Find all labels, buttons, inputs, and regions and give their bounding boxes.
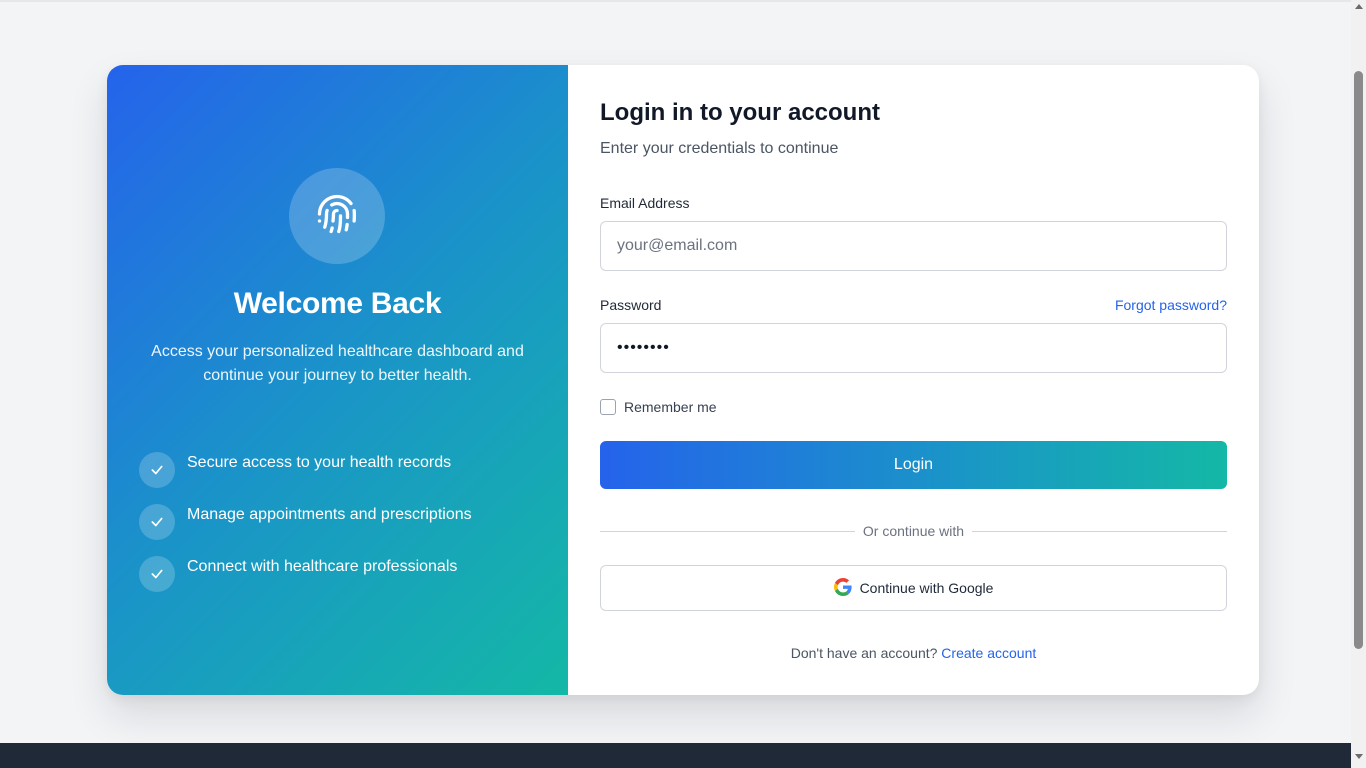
password-label: Password [600,297,662,313]
feature-list: Secure access to your health records Man… [139,452,539,608]
feature-item: Connect with healthcare professionals [139,556,539,608]
remember-label[interactable]: Remember me [624,399,717,415]
form-title: Login in to your account [600,99,880,126]
feature-item: Manage appointments and prescriptions [139,504,539,556]
remember-me: Remember me [600,399,717,415]
divider-line [600,530,855,532]
scroll-thumb[interactable] [1354,71,1363,649]
scroll-down-icon[interactable] [1355,754,1363,759]
login-card: Welcome Back Access your personalized he… [107,65,1259,695]
welcome-panel: Welcome Back Access your personalized he… [107,65,568,695]
divider-text: Or continue with [862,523,965,539]
feature-text: Manage appointments and prescriptions [187,506,472,523]
signup-prompt: Don't have an account? [790,645,942,661]
check-icon [139,452,175,488]
signup-row: Don't have an account? Create account [568,645,1259,661]
email-label: Email Address [600,195,690,211]
feature-text: Connect with healthcare professionals [187,558,458,575]
welcome-subtitle: Access your personalized healthcare dash… [151,343,524,384]
login-button[interactable]: Login [600,441,1227,489]
logo-badge [289,168,385,264]
create-account-link[interactable]: Create account [941,645,1036,661]
remember-checkbox[interactable] [600,399,616,415]
scroll-up-icon[interactable] [1355,4,1363,9]
password-field[interactable] [600,323,1227,373]
divider: Or continue with [600,521,1228,541]
welcome-title: Welcome Back [233,287,442,320]
feature-text: Secure access to your health records [187,454,452,471]
footer-bar [0,743,1351,768]
vertical-scrollbar[interactable] [1351,0,1366,768]
forgot-password-link[interactable]: Forgot password? [1115,297,1227,313]
google-login-button[interactable]: Continue with Google [600,565,1227,611]
email-field[interactable] [600,221,1227,271]
google-button-label: Continue with Google [859,580,994,596]
fingerprint-icon [316,193,358,240]
page-viewport: Welcome Back Access your personalized he… [0,0,1351,768]
feature-item: Secure access to your health records [139,452,539,504]
google-icon [833,577,852,599]
form-subtitle: Enter your credentials to continue [600,140,839,157]
check-icon [139,504,175,540]
divider-line [972,530,1228,532]
check-icon [139,556,175,592]
login-form-panel: Login in to your account Enter your cred… [568,65,1259,695]
top-border [0,0,1351,2]
